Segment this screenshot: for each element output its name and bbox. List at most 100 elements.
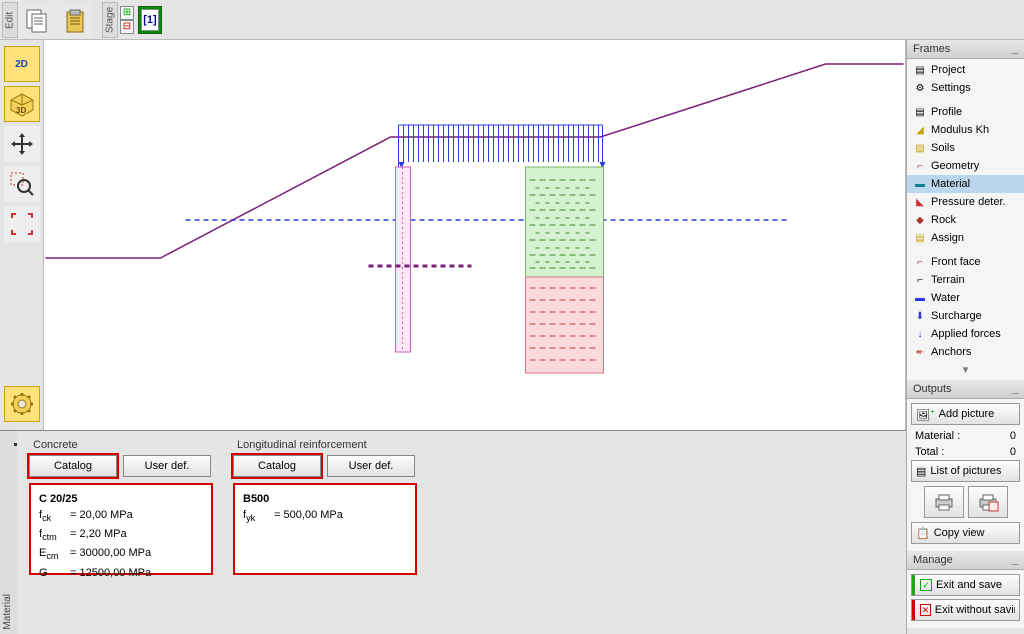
- material-count-row: Material :0: [911, 428, 1020, 444]
- sidebar-item-surcharge[interactable]: ⬇ Surcharge: [907, 307, 1024, 325]
- print-button[interactable]: [924, 486, 964, 518]
- sidebar-item-label: Modulus Kh: [931, 124, 989, 136]
- reinforcement-title: Longitudinal reinforcement: [233, 439, 417, 451]
- add-picture-button[interactable]: 🖼+Add picture: [911, 403, 1020, 425]
- sidebar-item-label: Assign: [931, 232, 964, 244]
- move-icon[interactable]: [4, 126, 40, 162]
- material-panel: Concrete Catalog User def. C 20/25 fck =…: [17, 430, 906, 634]
- sidebar-item-soils[interactable]: ▨ Soils: [907, 139, 1024, 157]
- paste-icon[interactable]: [57, 2, 93, 38]
- right-sidebar: Frames _ ▤Project ⚙Settings ▤Profile ◢Mo…: [906, 40, 1024, 634]
- outputs-minimize-icon[interactable]: _: [1012, 383, 1018, 395]
- bottom-tab-label: Material: [0, 430, 17, 634]
- stage-add-button[interactable]: ⊞: [120, 6, 134, 20]
- concrete-title: Concrete: [29, 439, 213, 451]
- view-3d-button[interactable]: 3D: [4, 86, 40, 122]
- sidebar-item-geometry[interactable]: ⌐Geometry: [907, 157, 1024, 175]
- reinforcement-fyk: 500,00 MPa: [284, 509, 343, 521]
- sidebar-item-label: Settings: [931, 82, 971, 94]
- total-count-row: Total :0: [911, 444, 1020, 460]
- frames-header: Frames _: [907, 40, 1024, 59]
- manage-minimize-icon[interactable]: _: [1012, 554, 1018, 566]
- sidebar-item-forces[interactable]: ↓ Applied forces: [907, 325, 1024, 343]
- sidebar-item-profile[interactable]: ▤ Profile: [907, 103, 1024, 121]
- check-icon: ✓: [920, 579, 932, 591]
- concrete-info: C 20/25 fck = 20,00 MPa fctm = 2,20 MPa …: [29, 483, 213, 575]
- stage-indicator[interactable]: [1]: [138, 6, 162, 34]
- sidebar-item-label: Applied forces: [931, 328, 1001, 340]
- soils-icon: ▨: [913, 141, 927, 155]
- concrete-userdef-button[interactable]: User def.: [123, 455, 211, 477]
- edit-label: Edit: [2, 2, 18, 38]
- sidebar-item-label: Terrain: [931, 274, 965, 286]
- exit-nosave-button[interactable]: ✕Exit without saving: [911, 599, 1020, 621]
- frames-minimize-icon[interactable]: _: [1012, 43, 1018, 55]
- scroll-down-icon[interactable]: ▾: [907, 361, 1024, 378]
- x-icon: ✕: [920, 604, 931, 616]
- anchors-icon: ↞: [913, 345, 927, 359]
- sidebar-item-label: Anchors: [931, 346, 971, 358]
- sidebar-item-label: Surcharge: [931, 310, 982, 322]
- sidebar-item-frontface[interactable]: ⌐Front face: [907, 253, 1024, 271]
- reinforcement-catalog-button[interactable]: Catalog: [233, 455, 321, 477]
- sidebar-item-assign[interactable]: ▤ Assign: [907, 229, 1024, 247]
- copy-icon[interactable]: [19, 2, 55, 38]
- water-icon: ▬: [913, 291, 927, 305]
- view-2d-button[interactable]: 2D: [4, 46, 40, 82]
- modulus-icon: ◢: [913, 123, 927, 137]
- manage-body: ✓Exit and save ✕Exit without saving: [907, 570, 1024, 628]
- fit-view-icon[interactable]: [4, 206, 40, 242]
- sidebar-item-anchors[interactable]: ↞ Anchors: [907, 343, 1024, 361]
- zoom-icon[interactable]: [4, 166, 40, 202]
- settings-icon: ⚙: [913, 81, 927, 95]
- assign-icon: ▤: [913, 231, 927, 245]
- surcharge-icon: ⬇: [913, 309, 927, 323]
- exit-save-button[interactable]: ✓Exit and save: [911, 574, 1020, 596]
- sidebar-item-label: Pressure deter.: [931, 196, 1006, 208]
- sidebar-item-pressure[interactable]: ◣Pressure deter.: [907, 193, 1024, 211]
- reinforcement-group: Longitudinal reinforcement Catalog User …: [233, 439, 417, 626]
- sidebar-item-label: Water: [931, 292, 960, 304]
- sidebar-item-label: Geometry: [931, 160, 979, 172]
- reinforcement-userdef-button[interactable]: User def.: [327, 455, 415, 477]
- top-toolbar: Edit Stage ⊞ ⊟ [1]: [0, 0, 1024, 40]
- stage-label: Stage: [102, 2, 118, 38]
- settings-gear-icon[interactable]: [4, 386, 40, 422]
- outputs-body: 🖼+Add picture Material :0 Total :0 ▤List…: [907, 399, 1024, 551]
- sidebar-item-water[interactable]: ▬ Water: [907, 289, 1024, 307]
- sidebar-item-terrain[interactable]: ⌐Terrain: [907, 271, 1024, 289]
- material-icon: ▬: [913, 177, 927, 191]
- sidebar-item-modulus[interactable]: ◢ Modulus Kh: [907, 121, 1024, 139]
- list-icon: ▤: [916, 465, 926, 478]
- concrete-catalog-button[interactable]: Catalog: [29, 455, 117, 477]
- copy-view-button[interactable]: 📋Copy view: [911, 522, 1020, 544]
- sidebar-item-label: Profile: [931, 106, 962, 118]
- manage-header: Manage _: [907, 551, 1024, 570]
- reinforcement-info: B500 fyk = 500,00 MPa: [233, 483, 417, 575]
- concrete-ecm: 30000,00 MPa: [80, 547, 152, 559]
- sidebar-item-material[interactable]: ▬ Material: [907, 175, 1024, 193]
- concrete-fck: 20,00 MPa: [80, 509, 133, 521]
- stage-number: [1]: [141, 9, 159, 31]
- concrete-name: C 20/25: [39, 493, 78, 505]
- sidebar-item-rock[interactable]: ◆Rock: [907, 211, 1024, 229]
- add-picture-icon: 🖼+: [916, 407, 935, 422]
- frontface-icon: ⌐: [913, 255, 927, 269]
- outputs-header: Outputs _: [907, 380, 1024, 399]
- sidebar-item-project[interactable]: ▤Project: [907, 61, 1024, 79]
- concrete-fctm: 2,20 MPa: [80, 528, 127, 540]
- panel-handle-icon: [14, 443, 17, 446]
- forces-icon: ↓: [913, 327, 927, 341]
- frames-tree: ▤Project ⚙Settings ▤Profile ◢Modulus Kh …: [907, 59, 1024, 380]
- sidebar-item-label: Soils: [931, 142, 955, 154]
- print-preview-button[interactable]: [968, 486, 1008, 518]
- stage-remove-button[interactable]: ⊟: [120, 20, 134, 34]
- profile-icon: ▤: [913, 105, 927, 119]
- drawing-viewport[interactable]: [44, 40, 906, 430]
- list-pictures-button[interactable]: ▤List of pictures: [911, 460, 1020, 482]
- copy-icon: 📋: [916, 527, 930, 540]
- sidebar-item-settings[interactable]: ⚙ Settings: [907, 79, 1024, 97]
- printer-icon: [933, 492, 955, 512]
- sidebar-item-label: Project: [931, 64, 965, 76]
- sidebar-item-label: Material: [931, 178, 970, 190]
